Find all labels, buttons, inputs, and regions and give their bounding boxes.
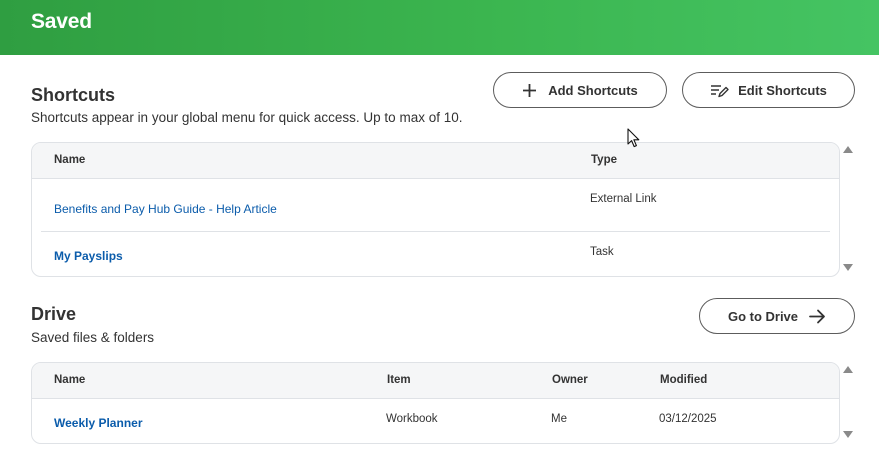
- arrow-right-icon: [809, 309, 826, 324]
- drive-subtitle: Saved files & folders: [31, 330, 155, 345]
- edit-list-icon: [710, 83, 729, 98]
- column-header-item[interactable]: Item: [387, 374, 411, 386]
- table-row: My Payslips Task: [32, 232, 839, 276]
- scroll-down-icon[interactable]: [843, 431, 853, 438]
- column-header-modified[interactable]: Modified: [660, 374, 707, 386]
- drive-title: Drive: [31, 304, 77, 324]
- shortcut-type: External Link: [590, 193, 657, 205]
- drive-owner: Me: [551, 413, 567, 425]
- edit-shortcuts-label: Edit Shortcuts: [738, 82, 827, 98]
- table-row: Benefits and Pay Hub Guide - Help Articl…: [32, 179, 839, 232]
- table-row: Weekly Planner Workbook Me 03/12/2025: [32, 399, 839, 443]
- shortcut-type: Task: [590, 246, 614, 258]
- drive-grid: Name Item Owner Modified Weekly Planner …: [31, 362, 840, 444]
- add-shortcuts-button[interactable]: Add Shortcuts: [493, 72, 667, 108]
- column-header-owner[interactable]: Owner: [552, 374, 588, 386]
- mouse-cursor-icon: [627, 128, 641, 154]
- scroll-up-icon[interactable]: [843, 366, 853, 373]
- shortcut-link[interactable]: Benefits and Pay Hub Guide - Help Articl…: [54, 202, 277, 216]
- shortcuts-title: Shortcuts: [31, 85, 116, 105]
- shortcuts-scrollbar[interactable]: [841, 146, 855, 274]
- drive-grid-header: Name Item Owner Modified: [32, 363, 839, 399]
- column-header-name[interactable]: Name: [54, 374, 85, 386]
- scroll-up-icon[interactable]: [843, 146, 853, 153]
- column-header-type[interactable]: Type: [591, 154, 617, 166]
- drive-item-type: Workbook: [386, 413, 438, 425]
- column-header-name[interactable]: Name: [54, 154, 85, 166]
- page-header: Saved: [0, 0, 879, 55]
- page-title: Saved: [31, 10, 92, 33]
- add-shortcuts-label: Add Shortcuts: [548, 82, 638, 98]
- shortcut-link[interactable]: My Payslips: [54, 249, 123, 263]
- drive-scrollbar[interactable]: [841, 366, 855, 442]
- shortcuts-subtitle: Shortcuts appear in your global menu for…: [31, 110, 463, 125]
- drive-file-link[interactable]: Weekly Planner: [54, 416, 143, 430]
- go-to-drive-button[interactable]: Go to Drive: [699, 298, 855, 334]
- scroll-down-icon[interactable]: [843, 264, 853, 271]
- go-to-drive-label: Go to Drive: [727, 308, 799, 324]
- plus-icon: [522, 83, 537, 98]
- shortcuts-grid: Name Type Benefits and Pay Hub Guide - H…: [31, 142, 840, 277]
- shortcuts-grid-header: Name Type: [32, 143, 839, 179]
- edit-shortcuts-button[interactable]: Edit Shortcuts: [682, 72, 855, 108]
- drive-modified-date: 03/12/2025: [659, 413, 717, 425]
